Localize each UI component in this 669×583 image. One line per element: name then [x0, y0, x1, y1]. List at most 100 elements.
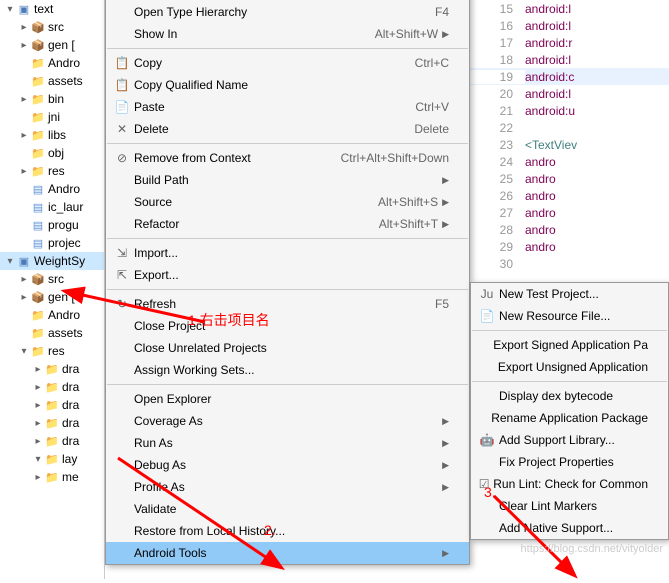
- twisty-icon[interactable]: ▸: [18, 292, 30, 303]
- menu-icon: 📋: [110, 56, 134, 70]
- ctx2-item-3[interactable]: Export Signed Application Pa: [471, 334, 668, 356]
- twisty-icon[interactable]: ▾: [32, 454, 44, 465]
- editor-line[interactable]: 18android:l: [470, 51, 669, 68]
- ctx1-item-14[interactable]: ⇲Import...: [106, 242, 469, 264]
- tree-label: dra: [62, 380, 79, 394]
- twisty-icon[interactable]: ▸: [32, 400, 44, 411]
- fld-icon: 📁: [30, 325, 46, 341]
- editor-line[interactable]: 27andro: [470, 204, 669, 221]
- twisty-icon[interactable]: ▸: [18, 274, 30, 285]
- ctx1-item-4[interactable]: 📋CopyCtrl+C: [106, 52, 469, 74]
- tree-item-4[interactable]: 📁assets: [0, 72, 104, 90]
- twisty-icon[interactable]: ▸: [18, 166, 30, 177]
- editor-line[interactable]: 22: [470, 119, 669, 136]
- ctx1-item-10[interactable]: Build Path▶: [106, 169, 469, 191]
- menu-label: Coverage As: [134, 414, 438, 428]
- ctx1-item-23[interactable]: Coverage As▶: [106, 410, 469, 432]
- tree-item-0[interactable]: ▾▣text: [0, 0, 104, 18]
- editor-line[interactable]: 26andro: [470, 187, 669, 204]
- tree-item-14[interactable]: ▾▣WeightSy: [0, 252, 104, 270]
- watermark: https://blog.csdn.net/vityolder: [521, 543, 663, 555]
- editor-line[interactable]: 24andro: [470, 153, 669, 170]
- tree-item-13[interactable]: ▤projec: [0, 234, 104, 252]
- tree-item-5[interactable]: ▸📁bin: [0, 90, 104, 108]
- editor-line[interactable]: 17android:r: [470, 34, 669, 51]
- twisty-icon[interactable]: ▸: [18, 22, 30, 33]
- menu-label: Show In: [134, 27, 363, 41]
- menu-icon: ⇲: [110, 246, 134, 260]
- editor-line[interactable]: 20android:l: [470, 85, 669, 102]
- code-text: android:r: [525, 36, 572, 50]
- ctx2-item-7[interactable]: Rename Application Package: [471, 407, 668, 429]
- tree-item-7[interactable]: ▸📁libs: [0, 126, 104, 144]
- twisty-icon[interactable]: ▾: [4, 4, 16, 15]
- editor-line[interactable]: 21android:u: [470, 102, 669, 119]
- tree-item-9[interactable]: ▸📁res: [0, 162, 104, 180]
- tree-item-2[interactable]: ▸📦gen [: [0, 36, 104, 54]
- tree-item-21[interactable]: ▸📁dra: [0, 378, 104, 396]
- ctx2-item-0[interactable]: JuNew Test Project...: [471, 283, 668, 305]
- ctx2-item-1[interactable]: 📄New Resource File...: [471, 305, 668, 327]
- menu-label: New Test Project...: [499, 287, 648, 301]
- tree-item-20[interactable]: ▸📁dra: [0, 360, 104, 378]
- twisty-icon[interactable]: ▸: [32, 364, 44, 375]
- ctx1-item-9[interactable]: ⊘Remove from ContextCtrl+Alt+Shift+Down: [106, 147, 469, 169]
- tree-item-23[interactable]: ▸📁dra: [0, 414, 104, 432]
- ctx1-item-15[interactable]: ⇱Export...: [106, 264, 469, 286]
- ctx2-item-8[interactable]: 🤖Add Support Library...: [471, 429, 668, 451]
- twisty-icon[interactable]: ▸: [32, 472, 44, 483]
- ctx1-item-7[interactable]: ✕DeleteDelete: [106, 118, 469, 140]
- ctx1-item-12[interactable]: RefactorAlt+Shift+T▶: [106, 213, 469, 235]
- prj-icon: ▣: [16, 1, 32, 17]
- fld-icon: 📁: [44, 397, 60, 413]
- pkg-icon: 📦: [30, 37, 46, 53]
- twisty-icon[interactable]: ▸: [32, 382, 44, 393]
- editor-line[interactable]: 29andro: [470, 238, 669, 255]
- menu-label: Delete: [134, 122, 402, 136]
- line-number: 26: [470, 189, 525, 203]
- twisty-icon[interactable]: ▾: [18, 346, 30, 357]
- ctx2-item-6[interactable]: Display dex bytecode: [471, 385, 668, 407]
- tree-item-8[interactable]: 📁obj: [0, 144, 104, 162]
- tree-item-24[interactable]: ▸📁dra: [0, 432, 104, 450]
- ctx2-item-4[interactable]: Export Unsigned Application: [471, 356, 668, 378]
- editor-line[interactable]: 15android:l: [470, 0, 669, 17]
- editor-line[interactable]: 19android:c: [470, 68, 669, 85]
- tree-item-10[interactable]: ▤Andro: [0, 180, 104, 198]
- editor-line[interactable]: 23<TextViev: [470, 136, 669, 153]
- twisty-icon[interactable]: ▸: [18, 40, 30, 51]
- ctx1-item-5[interactable]: 📋Copy Qualified Name: [106, 74, 469, 96]
- ctx1-item-1[interactable]: Open Type HierarchyF4: [106, 1, 469, 23]
- ctx1-item-20[interactable]: Assign Working Sets...: [106, 359, 469, 381]
- ctx1-item-22[interactable]: Open Explorer: [106, 388, 469, 410]
- fld-icon: 📁: [30, 307, 46, 323]
- menu-label: Open Type Hierarchy: [134, 5, 423, 19]
- tree-item-1[interactable]: ▸📦src: [0, 18, 104, 36]
- shortcut: Ctrl+C: [403, 56, 449, 70]
- editor-line[interactable]: 28andro: [470, 221, 669, 238]
- twisty-icon[interactable]: ▸: [18, 94, 30, 105]
- twisty-icon[interactable]: ▾: [4, 256, 16, 267]
- menu-icon: 🤖: [475, 433, 499, 447]
- ctx1-item-11[interactable]: SourceAlt+Shift+S▶: [106, 191, 469, 213]
- twisty-icon[interactable]: ▸: [32, 418, 44, 429]
- twisty-icon[interactable]: ▸: [32, 436, 44, 447]
- tree-item-12[interactable]: ▤progu: [0, 216, 104, 234]
- ctx1-item-6[interactable]: 📄PasteCtrl+V: [106, 96, 469, 118]
- tree-item-11[interactable]: ▤ic_laur: [0, 198, 104, 216]
- editor-line[interactable]: 30: [470, 255, 669, 272]
- tree-item-22[interactable]: ▸📁dra: [0, 396, 104, 414]
- twisty-icon[interactable]: ▸: [18, 130, 30, 141]
- tree-item-3[interactable]: 📁Andro: [0, 54, 104, 72]
- editor-line[interactable]: 16android:l: [470, 17, 669, 34]
- tree-item-6[interactable]: 📁jni: [0, 108, 104, 126]
- line-number: 27: [470, 206, 525, 220]
- menu-icon: 📄: [475, 309, 499, 323]
- tree-item-26[interactable]: ▸📁me: [0, 468, 104, 486]
- tree-item-25[interactable]: ▾📁lay: [0, 450, 104, 468]
- fld-icon: 📁: [44, 415, 60, 431]
- ctx2-item-9[interactable]: Fix Project Properties: [471, 451, 668, 473]
- fld-icon: 📁: [44, 433, 60, 449]
- ctx1-item-2[interactable]: Show InAlt+Shift+W▶: [106, 23, 469, 45]
- editor-line[interactable]: 25andro: [470, 170, 669, 187]
